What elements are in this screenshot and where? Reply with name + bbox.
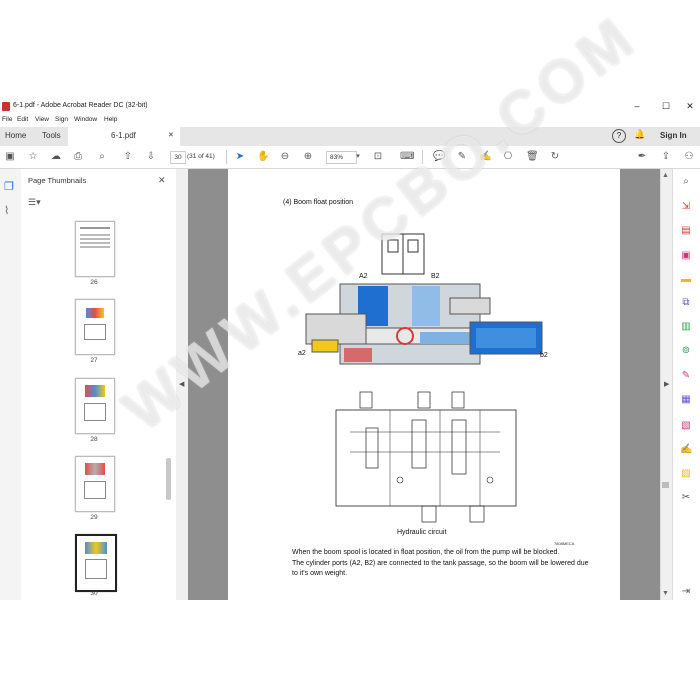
menu-bar: File Edit View Sign Window Help — [0, 115, 700, 127]
collapse-right-arrow-icon[interactable]: ▶ — [664, 380, 669, 388]
window-title: 6-1.pdf - Adobe Acrobat Reader DC (32-bi… — [13, 102, 148, 109]
thumbnail-page-26[interactable] — [75, 221, 115, 277]
thumbnail-label-30: 30 — [90, 590, 98, 597]
thumbnail-label-26: 26 — [90, 279, 98, 286]
close-thumbnails-icon[interactable]: ✕ — [158, 175, 166, 186]
edit-pdf-icon[interactable]: ▣ — [680, 250, 692, 262]
fill-and-sign-icon[interactable]: ▧ — [680, 420, 692, 432]
figure-code: 7808MECA — [554, 541, 575, 546]
paragraph-line-1: When the boom spool is located in float … — [292, 549, 560, 556]
scrollbar-thumb[interactable] — [662, 482, 669, 488]
compress-pdf-icon[interactable]: ⊚ — [680, 345, 692, 357]
bookmark-star-icon[interactable]: ☆ — [27, 151, 39, 163]
protect-icon[interactable]: ▦ — [680, 394, 692, 406]
fill-sign-icon[interactable]: ✒ — [636, 151, 648, 163]
page-fit-icon[interactable]: ⊡ — [372, 151, 384, 163]
title-bar: 6-1.pdf - Adobe Acrobat Reader DC (32-bi… — [0, 98, 700, 115]
notifications-bell-icon[interactable]: 🔔 — [634, 129, 645, 140]
rotate-icon[interactable]: ↻ — [549, 151, 561, 163]
thumbnail-label-29: 29 — [90, 514, 98, 521]
next-page-icon[interactable]: ⇩ — [145, 151, 157, 163]
previous-page-icon[interactable]: ⇧ — [122, 151, 134, 163]
page-number-input[interactable]: 30 — [170, 151, 186, 164]
page-count: (31 of 41) — [187, 153, 215, 160]
toolbar-divider — [226, 150, 227, 164]
tab-home[interactable]: Home — [5, 131, 26, 140]
hydraulic-circuit-schematic — [335, 391, 517, 523]
upload-cloud-icon[interactable]: ☁ — [50, 151, 62, 163]
thumbnail-page-27[interactable] — [75, 299, 115, 355]
rich-media-icon[interactable]: ▨ — [680, 468, 692, 480]
search-icon[interactable]: ⌕ — [96, 151, 108, 163]
menu-sign[interactable]: Sign — [55, 116, 68, 123]
maximize-button[interactable]: ☐ — [660, 100, 672, 112]
zoom-in-icon[interactable]: ⊕ — [302, 151, 314, 163]
thumbnail-label-27: 27 — [90, 357, 98, 364]
scroll-down-arrow-icon[interactable]: ▼ — [662, 590, 669, 597]
thumbnail-page-29[interactable] — [75, 456, 115, 512]
thumbnail-options-menu-icon[interactable]: ☰▾ — [28, 197, 41, 208]
pilot-label-a2: a2 — [298, 350, 306, 357]
organize-pages-icon[interactable]: ▥ — [680, 321, 692, 333]
sign-in-link[interactable]: Sign In — [660, 131, 687, 140]
share-icon[interactable]: ⇪ — [660, 151, 672, 163]
thumbnail-label-28: 28 — [90, 436, 98, 443]
account-icon[interactable]: ⚇ — [683, 151, 695, 163]
menu-file[interactable]: File — [2, 116, 12, 123]
close-window-button[interactable]: ✕ — [684, 100, 696, 112]
menu-edit[interactable]: Edit — [17, 116, 28, 123]
send-for-signature-icon[interactable]: ✍ — [680, 444, 692, 456]
left-nav-strip — [0, 169, 22, 600]
attachments-paperclip-icon[interactable]: ⌇ — [4, 204, 9, 217]
menu-window[interactable]: Window — [74, 116, 97, 123]
tab-close-icon[interactable]: ✕ — [168, 131, 174, 139]
circuit-caption: Hydraulic circuit — [397, 529, 447, 536]
thumbnails-panel-title: Page Thumbnails — [28, 176, 87, 185]
section-title: (4) Boom float position — [283, 199, 354, 206]
thumbnail-page-28[interactable] — [75, 378, 115, 434]
redact-icon[interactable]: ✎ — [680, 370, 692, 382]
find-text-icon[interactable]: ⌕ — [680, 176, 692, 188]
delete-icon[interactable]: 🗑 — [526, 151, 539, 163]
menu-view[interactable]: View — [35, 116, 49, 123]
minimize-button[interactable]: – — [631, 100, 643, 112]
help-icon[interactable]: ? — [612, 129, 626, 143]
port-label-b2: B2 — [431, 273, 440, 280]
save-icon[interactable]: ▣ — [4, 151, 16, 163]
scroll-up-arrow-icon[interactable]: ▲ — [662, 172, 669, 179]
comment-tool-icon[interactable]: ▬ — [680, 274, 692, 286]
print-icon[interactable]: ⎙ — [72, 151, 84, 163]
zoom-dropdown-chevron-icon[interactable]: ▾ — [352, 151, 364, 163]
acrobat-app-icon — [2, 102, 10, 111]
page-thumbnails-icon[interactable]: ❐ — [4, 180, 14, 193]
hand-tool-icon[interactable]: ✋ — [257, 151, 269, 163]
combine-files-icon[interactable]: ⧉ — [680, 297, 692, 309]
tab-document-label: 6-1.pdf — [111, 131, 136, 140]
thumbnails-scrollbar[interactable] — [166, 458, 171, 500]
create-pdf-icon[interactable]: ▤ — [680, 225, 692, 237]
thumbnail-page-30-selected[interactable] — [75, 534, 117, 592]
zoom-out-icon[interactable]: ⊖ — [279, 151, 291, 163]
paragraph-line-3: to it's own weight. — [292, 570, 348, 577]
collapse-tools-pane-icon[interactable]: ⇥ — [680, 586, 692, 598]
tab-tools[interactable]: Tools — [42, 131, 61, 140]
select-cursor-icon[interactable]: ➤ — [234, 151, 246, 163]
paragraph-line-2: The cylinder ports (A2, B2) are connecte… — [292, 560, 589, 567]
export-pdf-icon[interactable]: ⇲ — [680, 201, 692, 213]
pilot-label-b2: b2 — [540, 352, 548, 359]
more-tools-icon[interactable]: ✂ — [680, 492, 692, 504]
menu-help[interactable]: Help — [104, 116, 117, 123]
